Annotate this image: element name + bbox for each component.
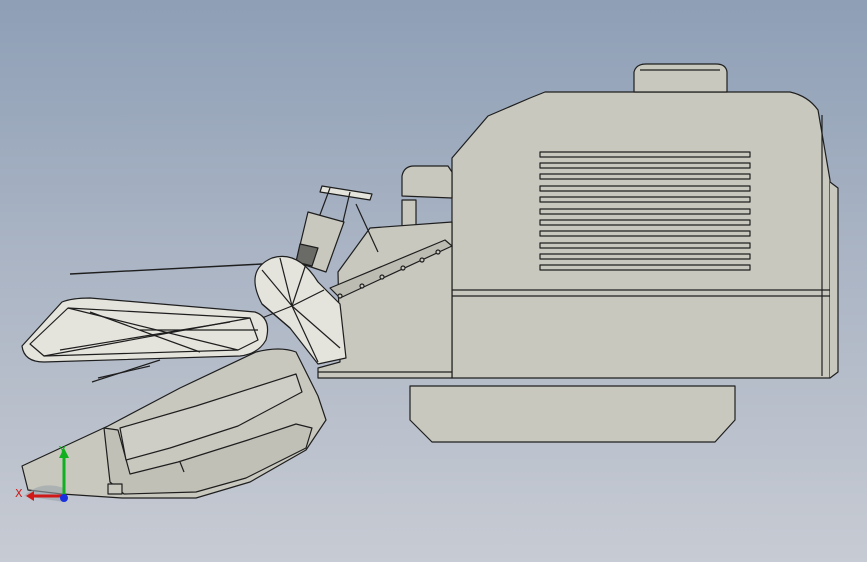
axis-triad: Y X bbox=[15, 444, 69, 502]
feeder-cone[interactable] bbox=[254, 255, 347, 365]
z-axis-dot bbox=[60, 494, 68, 502]
housing-side-panel bbox=[829, 181, 839, 379]
harvester-reel[interactable] bbox=[21, 297, 269, 363]
undercarriage-track[interactable] bbox=[409, 385, 736, 443]
graphics-viewport[interactable]: Y X bbox=[0, 0, 867, 562]
y-axis-label: Y bbox=[58, 444, 66, 457]
top-cap[interactable] bbox=[633, 63, 728, 93]
header-skid bbox=[107, 483, 123, 495]
combine-harvester-model[interactable] bbox=[0, 0, 867, 562]
seat-box[interactable] bbox=[401, 165, 453, 199]
divider-rod-lower-2 bbox=[97, 365, 151, 379]
x-axis-label: X bbox=[15, 487, 23, 500]
divider-rod-upper bbox=[69, 263, 263, 275]
